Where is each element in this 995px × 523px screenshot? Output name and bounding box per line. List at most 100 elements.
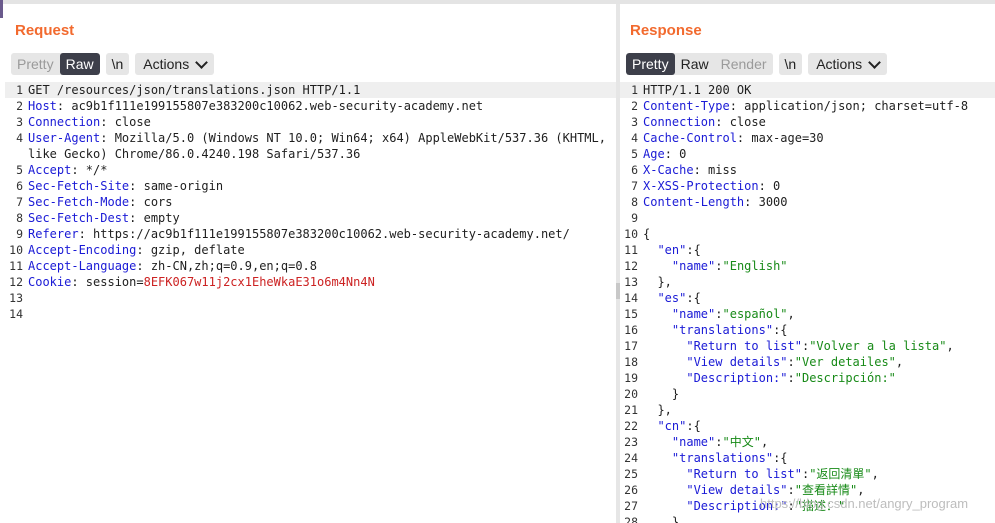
response-line-text: Connection: close [643, 114, 766, 130]
header-name: Connection [643, 115, 716, 129]
response-line: 9 [620, 210, 995, 226]
header-value: : ac9b1f111e199155807e383200c10062.web-s… [56, 99, 484, 113]
response-line-number: 27 [624, 499, 638, 513]
request-line-text: Sec-Fetch-Mode: cors [28, 194, 173, 210]
header-name: Referer [28, 227, 79, 241]
header-value: : cors [129, 195, 173, 209]
response-line-number: 24 [624, 451, 638, 465]
request-line-number: 3 [16, 115, 23, 129]
request-line-number: 1 [16, 83, 23, 97]
response-line-text: Age: 0 [643, 146, 686, 162]
response-line-text: "Description:":"Descripción:" [686, 371, 896, 385]
response-editor[interactable]: 1 HTTP/1.1 200 OK 2 Content-Type: applicati… [620, 82, 995, 523]
response-newline-toggle[interactable]: \n [778, 53, 803, 75]
request-title: Request [15, 22, 75, 39]
chevron-down-icon [195, 55, 209, 69]
response-line: 15 "name":"español", [620, 306, 995, 322]
request-line-number: 12 [9, 275, 23, 289]
request-editor[interactable]: 1 GET /resources/json/translations.json H… [5, 82, 616, 322]
response-line-text: "Return to list":"Volver a la lista", [686, 339, 954, 353]
response-pane: Response Pretty Raw Render \n Actions 1H… [620, 4, 995, 523]
chevron-down-icon [868, 55, 881, 69]
response-line-text: "name":"English" [671, 259, 788, 273]
header-name: Accept-Encoding [28, 243, 137, 257]
header-name: Host [28, 99, 57, 113]
response-line-text: "name":"中文", [671, 435, 769, 449]
response-line-number: 3 [631, 115, 638, 129]
request-line-number: 6 [16, 179, 23, 193]
header-value: : zh-CN,zh;q=0.9,en;q=0.8 [136, 259, 317, 273]
request-line-number: 2 [16, 99, 23, 113]
response-actions-label: Actions [816, 56, 863, 72]
response-line-text: X-Cache: miss [643, 162, 737, 178]
response-line: 14 "es":{ [620, 290, 995, 306]
response-line-number: 19 [624, 371, 638, 385]
response-line-number: 17 [624, 339, 638, 353]
header-name: Content-Length [643, 195, 745, 209]
response-line-number: 9 [631, 211, 638, 225]
request-line-text: Accept: */* [28, 162, 107, 178]
request-line-number: 7 [16, 195, 23, 209]
response-tab-raw[interactable]: Raw [675, 53, 715, 75]
request-line-number [5, 146, 28, 162]
response-line: 22 "cn":{ [620, 418, 995, 434]
response-line: 5 Age: 0 [620, 146, 995, 162]
request-line-text: Cookie: session=8EFK067w11j2cx1EheWkaE31… [28, 274, 375, 290]
request-actions-button[interactable]: Actions [135, 53, 215, 75]
response-line-number: 26 [624, 483, 638, 497]
request-view-tabs: Pretty Raw [11, 53, 100, 75]
header-value: : close [100, 115, 151, 129]
request-line: 1 GET /resources/json/translations.json H… [5, 82, 616, 98]
response-line-number: 15 [624, 307, 638, 321]
response-line-text: "translations":{ [671, 323, 788, 337]
response-line: 18 "View details":"Ver detailes", [620, 354, 995, 370]
response-actions-button[interactable]: Actions [808, 53, 888, 75]
request-line-text: Accept-Encoding: gzip, deflate [28, 242, 245, 258]
header-value: : close [715, 115, 766, 129]
request-tab-pretty[interactable]: Pretty [11, 53, 60, 75]
response-line: 3 Connection: close [620, 114, 995, 130]
response-title: Response [630, 22, 702, 39]
header-value: : empty [129, 211, 180, 225]
response-line: 4 Cache-Control: max-age=30 [620, 130, 995, 146]
request-line: 7 Sec-Fetch-Mode: cors [5, 194, 616, 210]
header-name: Cookie [28, 275, 72, 289]
header-name: Sec-Fetch-Mode [28, 195, 130, 209]
request-line-number: 10 [9, 243, 23, 257]
response-line-number: 20 [624, 387, 638, 401]
response-tab-render[interactable]: Render [715, 53, 773, 75]
request-line-number: 9 [16, 227, 23, 241]
response-line: 28 } [620, 514, 995, 523]
request-pane: Request Pretty Raw \n Actions 1 GET /reso… [5, 4, 616, 523]
response-line: 1 HTTP/1.1 200 OK [620, 82, 995, 98]
response-line-text: "translations":{ [671, 451, 788, 465]
response-line: 10 { [620, 226, 995, 242]
response-line-number: 11 [624, 243, 638, 257]
response-line: 16 "translations":{ [620, 322, 995, 338]
header-name: Content-Type [643, 99, 730, 113]
request-line: 4 User-Agent: Mozilla/5.0 (Windows NT 10.… [5, 130, 616, 146]
response-line-number: 25 [624, 467, 638, 481]
response-tab-pretty[interactable]: Pretty [626, 53, 675, 75]
response-line: 23 "name":"中文", [620, 434, 995, 450]
request-line: 13 [5, 290, 616, 306]
response-line-text: X-XSS-Protection: 0 [643, 178, 780, 194]
request-tab-raw[interactable]: Raw [59, 53, 100, 75]
response-line-number: 6 [631, 163, 638, 177]
request-line-text: Sec-Fetch-Dest: empty [28, 210, 180, 226]
watermark: https://blog.csdn.net/angry_program [760, 496, 969, 511]
header-value: : gzip, deflate [136, 243, 245, 257]
request-line-text: Referer: https://ac9b1f111e199155807e383… [28, 226, 570, 242]
header-value: : 0 [664, 147, 687, 161]
request-line-number: 13 [9, 291, 23, 305]
response-line-number: 23 [624, 435, 638, 449]
request-newline-toggle[interactable]: \n [105, 53, 130, 75]
header-value: : 0 [758, 179, 781, 193]
request-line: 9 Referer: https://ac9b1f111e199155807e38… [5, 226, 616, 242]
request-line-text: GET /resources/json/translations.json HT… [28, 83, 361, 97]
request-line-text: Connection: close [28, 114, 151, 130]
header-value: : */* [71, 163, 108, 177]
header-value: : same-origin [129, 179, 224, 193]
response-line-number: 1 [631, 83, 638, 97]
request-line: 14 [5, 306, 616, 322]
